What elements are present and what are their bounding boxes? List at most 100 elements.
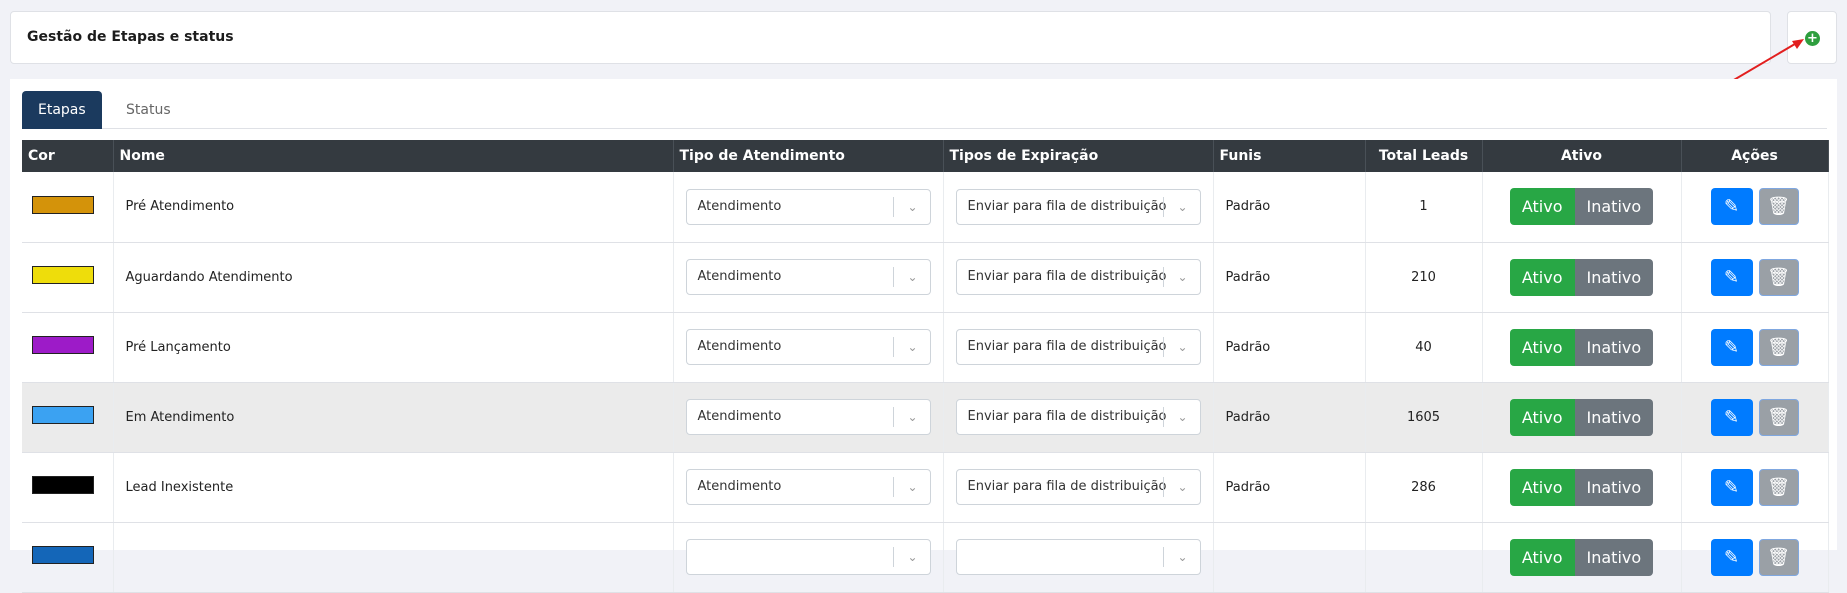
funis-cell: Padrão bbox=[1213, 452, 1366, 523]
chevron-down-icon: ⌄ bbox=[1177, 550, 1188, 564]
table-row: Em Atendimento Atendimento ⌄ Enviar para fi… bbox=[22, 382, 1829, 453]
edit-button[interactable]: ✎ bbox=[1710, 398, 1753, 436]
trash-icon: 🗑 bbox=[1767, 476, 1790, 498]
tab-status[interactable]: Status bbox=[110, 91, 187, 129]
select-value: Atendimento bbox=[697, 269, 782, 284]
chevron-down-icon: ⌄ bbox=[907, 480, 918, 494]
active-cell: Ativo Inativo bbox=[1482, 312, 1682, 383]
tipo-cell: ⌄ bbox=[673, 522, 944, 593]
edit-button[interactable]: ✎ bbox=[1710, 188, 1753, 226]
select-value: Enviar para fila de distribuição bbox=[967, 198, 1167, 214]
stage-name: Lead Inexistente bbox=[113, 452, 674, 523]
tipo-expiracao-select[interactable]: Enviar para fila de distribuição ⌄ bbox=[955, 188, 1201, 225]
actions-cell: ✎ 🗑 bbox=[1681, 242, 1829, 313]
tab-etapas[interactable]: Etapas bbox=[22, 91, 102, 129]
toggle-inativo[interactable]: Inativo bbox=[1574, 328, 1654, 366]
tipo-atendimento-select[interactable]: Atendimento ⌄ bbox=[685, 329, 931, 365]
actions-cell: ✎ 🗑 bbox=[1681, 312, 1829, 383]
toggle-inativo[interactable]: Inativo bbox=[1574, 258, 1654, 296]
color-swatch bbox=[32, 266, 94, 284]
active-cell: Ativo Inativo bbox=[1482, 242, 1682, 313]
active-toggle[interactable]: Ativo Inativo bbox=[1509, 538, 1654, 576]
tipo-atendimento-select[interactable]: Atendimento ⌄ bbox=[685, 469, 931, 505]
delete-button[interactable]: 🗑 bbox=[1758, 468, 1799, 506]
stage-name: Aguardando Atendimento bbox=[113, 242, 674, 313]
tipo-atendimento-select[interactable]: Atendimento ⌄ bbox=[685, 188, 931, 225]
select-value: Enviar para fila de distribuição bbox=[967, 409, 1167, 424]
active-cell: Ativo Inativo bbox=[1482, 382, 1682, 453]
funis-cell: Padrão bbox=[1213, 382, 1366, 453]
column-header: Nome bbox=[113, 140, 674, 172]
color-cell bbox=[22, 312, 114, 383]
tipo-expiracao-select[interactable]: Enviar para fila de distribuição ⌄ bbox=[955, 469, 1201, 505]
active-cell: Ativo Inativo bbox=[1482, 522, 1682, 593]
column-header: Total Leads bbox=[1365, 140, 1483, 172]
delete-button[interactable]: 🗑 bbox=[1758, 398, 1799, 436]
active-toggle[interactable]: Ativo Inativo bbox=[1509, 398, 1654, 436]
trash-icon: 🗑 bbox=[1767, 336, 1790, 358]
delete-button[interactable]: 🗑 bbox=[1758, 538, 1799, 576]
edit-button[interactable]: ✎ bbox=[1710, 258, 1753, 296]
tipo-expiracao-select[interactable]: Enviar para fila de distribuição ⌄ bbox=[955, 399, 1201, 435]
stage-name: Pré Lançamento bbox=[113, 312, 674, 383]
toggle-ativo[interactable]: Ativo bbox=[1509, 258, 1575, 296]
pencil-icon: ✎ bbox=[1723, 336, 1740, 358]
table-row: Aguardando Atendimento Atendimento ⌄ Enviar… bbox=[22, 242, 1829, 313]
stage-name: Pré Atendimento bbox=[113, 172, 674, 243]
pencil-icon: ✎ bbox=[1723, 476, 1740, 498]
tipo-expiracao-select[interactable]: Enviar para fila de distribuição ⌄ bbox=[955, 329, 1201, 365]
toggle-ativo[interactable]: Ativo bbox=[1509, 188, 1575, 226]
toggle-inativo[interactable]: Inativo bbox=[1574, 398, 1654, 436]
chevron-down-icon: ⌄ bbox=[1177, 410, 1188, 424]
tipo-cell: Atendimento ⌄ bbox=[673, 452, 944, 523]
toggle-ativo[interactable]: Ativo bbox=[1509, 468, 1575, 506]
tipo-cell: Atendimento ⌄ bbox=[673, 172, 944, 243]
total-leads-cell: 286 bbox=[1365, 452, 1483, 523]
color-swatch bbox=[32, 195, 94, 214]
active-toggle[interactable]: Ativo Inativo bbox=[1509, 188, 1654, 226]
delete-button[interactable]: 🗑 bbox=[1758, 188, 1799, 226]
table-row: Lead Inexistente Atendimento ⌄ Enviar para … bbox=[22, 452, 1829, 523]
toggle-inativo[interactable]: Inativo bbox=[1574, 468, 1654, 506]
chevron-down-icon: ⌄ bbox=[907, 410, 918, 424]
color-swatch bbox=[32, 336, 94, 354]
tipo-atendimento-select[interactable]: Atendimento ⌄ bbox=[685, 259, 931, 295]
pencil-icon: ✎ bbox=[1723, 266, 1740, 288]
toggle-ativo[interactable]: Ativo bbox=[1509, 538, 1575, 576]
page-header: Gestão de Etapas e status bbox=[10, 11, 1771, 64]
edit-button[interactable]: ✎ bbox=[1710, 538, 1753, 576]
column-header: Ativo bbox=[1482, 140, 1682, 172]
column-header: Tipos de Expiração bbox=[943, 140, 1214, 172]
funis-cell: Padrão bbox=[1213, 242, 1366, 313]
tipo-atendimento-select[interactable]: ⌄ bbox=[685, 539, 931, 575]
funis-cell: Padrão bbox=[1213, 172, 1366, 243]
tipo-expiracao-select[interactable]: Enviar para fila de distribuição ⌄ bbox=[955, 259, 1201, 295]
tipo-expiracao-select[interactable]: ⌄ bbox=[955, 539, 1201, 575]
expiracao-cell: Enviar para fila de distribuição ⌄ bbox=[943, 382, 1214, 453]
chevron-down-icon: ⌄ bbox=[1177, 480, 1188, 494]
tipo-cell: Atendimento ⌄ bbox=[673, 382, 944, 453]
delete-button[interactable]: 🗑 bbox=[1758, 328, 1799, 366]
main-content: Etapas Status Cor Nome Tipo de Atendimen… bbox=[10, 79, 1837, 593]
tipo-cell: Atendimento ⌄ bbox=[673, 312, 944, 383]
expiracao-cell: Enviar para fila de distribuição ⌄ bbox=[943, 312, 1214, 383]
toggle-inativo[interactable]: Inativo bbox=[1574, 188, 1654, 226]
color-swatch bbox=[32, 406, 94, 424]
chevron-down-icon: ⌄ bbox=[907, 199, 918, 214]
tipo-cell: Atendimento ⌄ bbox=[673, 242, 944, 313]
funis-cell: Padrão bbox=[1213, 312, 1366, 383]
tipo-atendimento-select[interactable]: Atendimento ⌄ bbox=[685, 399, 931, 435]
active-toggle[interactable]: Ativo Inativo bbox=[1509, 328, 1654, 366]
toggle-ativo[interactable]: Ativo bbox=[1509, 398, 1575, 436]
page-title: Gestão de Etapas e status bbox=[27, 29, 234, 45]
active-toggle[interactable]: Ativo Inativo bbox=[1509, 468, 1654, 506]
delete-button[interactable]: 🗑 bbox=[1758, 258, 1799, 296]
active-toggle[interactable]: Ativo Inativo bbox=[1509, 258, 1654, 296]
active-cell: Ativo Inativo bbox=[1482, 452, 1682, 523]
edit-button[interactable]: ✎ bbox=[1710, 468, 1753, 506]
edit-button[interactable]: ✎ bbox=[1710, 328, 1753, 366]
toggle-ativo[interactable]: Ativo bbox=[1509, 328, 1575, 366]
toggle-inativo[interactable]: Inativo bbox=[1574, 538, 1654, 576]
select-value: Atendimento bbox=[697, 339, 782, 354]
chevron-down-icon: ⌄ bbox=[907, 270, 918, 284]
